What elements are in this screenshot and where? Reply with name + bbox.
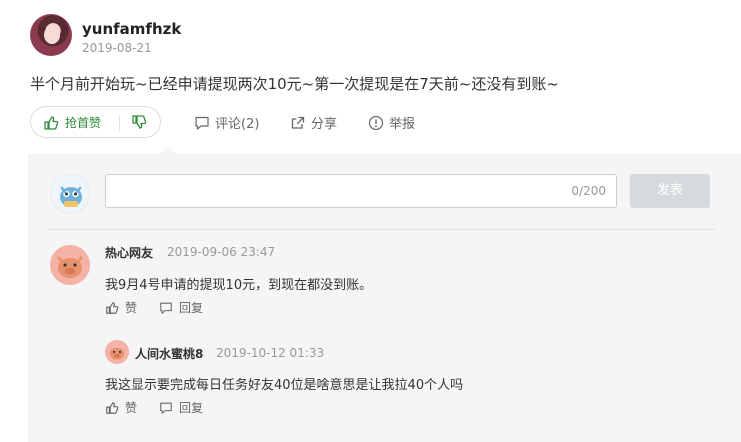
submit-comment-button[interactable]: 发表	[630, 174, 710, 208]
post-action-bar: 抢首赞 评论(2) 分享 举报	[30, 106, 730, 138]
like-label: 赞	[125, 401, 138, 415]
username[interactable]: yunfamfhzk	[82, 20, 181, 38]
comment-author[interactable]: 热心网友	[105, 244, 153, 261]
reply-label: 回复	[179, 401, 204, 415]
mascot-avatar-icon	[51, 175, 89, 213]
pig-avatar-icon	[50, 245, 90, 285]
comment-button[interactable]: 评论(2)	[194, 113, 259, 132]
comment-count-label: 评论(2)	[215, 117, 260, 132]
reply-icon	[160, 302, 172, 314]
like-label: 赞	[125, 301, 138, 315]
reply-icon	[160, 402, 172, 414]
post-date: 2019-08-21	[82, 41, 152, 55]
comment-like-button[interactable]: 赞	[105, 299, 137, 316]
comment-actions: 赞 回复	[105, 299, 203, 316]
thumbs-up-icon	[106, 401, 119, 414]
share-icon	[291, 116, 305, 129]
comment-time: 2019-09-06 23:47	[167, 245, 276, 259]
panel-caret	[160, 146, 176, 154]
downvote-button[interactable]	[131, 113, 147, 135]
reply-actions: 赞 回复	[105, 399, 203, 416]
char-counter: 0/200	[571, 184, 606, 198]
pig-avatar-icon	[105, 340, 129, 364]
comment-text: 我9月4号申请的提现10元，到现在都没到账。	[105, 278, 373, 293]
post-header: yunfamfhzk 2019-08-21	[30, 14, 730, 58]
thumbs-up-icon	[106, 301, 119, 314]
panel-divider	[48, 229, 715, 230]
vote-divider	[119, 115, 120, 131]
reply-time: 2019-10-12 01:33	[216, 346, 325, 360]
report-button[interactable]: 举报	[368, 113, 415, 132]
commenter-avatar[interactable]	[50, 245, 90, 285]
thumbs-down-icon	[132, 115, 147, 129]
comment-input[interactable]: 0/200	[105, 174, 617, 208]
reply-author-avatar[interactable]	[105, 340, 129, 364]
thumbs-up-icon	[44, 115, 59, 130]
comment-reply-button[interactable]: 回复	[159, 299, 203, 316]
upvote-label: 抢首赞	[65, 116, 102, 130]
share-button[interactable]: 分享	[290, 113, 337, 132]
reply-label: 回复	[179, 301, 204, 315]
report-label: 举报	[389, 117, 416, 132]
alert-circle-icon	[368, 115, 384, 130]
comments-panel: 0/200 发表 热心网友 2019-09-06 23:47 我9月4号申请的提…	[28, 154, 741, 442]
user-avatar[interactable]	[30, 14, 72, 56]
reply-reply-button[interactable]: 回复	[159, 399, 203, 416]
post-body: 半个月前开始玩~已经申请提现两次10元~第一次提现是在7天前~还没有到账~	[30, 75, 559, 93]
share-label: 分享	[311, 117, 338, 132]
reply-author[interactable]: 人间水蜜桃8	[135, 345, 203, 362]
reply-text: 我这显示要完成每日任务好友40位是啥意思是让我拉40个人吗	[105, 378, 464, 393]
current-user-avatar	[50, 174, 90, 214]
comment-icon	[195, 116, 209, 130]
vote-box: 抢首赞	[30, 106, 161, 138]
reply-like-button[interactable]: 赞	[105, 399, 137, 416]
upvote-button[interactable]: 抢首赞	[43, 114, 101, 131]
